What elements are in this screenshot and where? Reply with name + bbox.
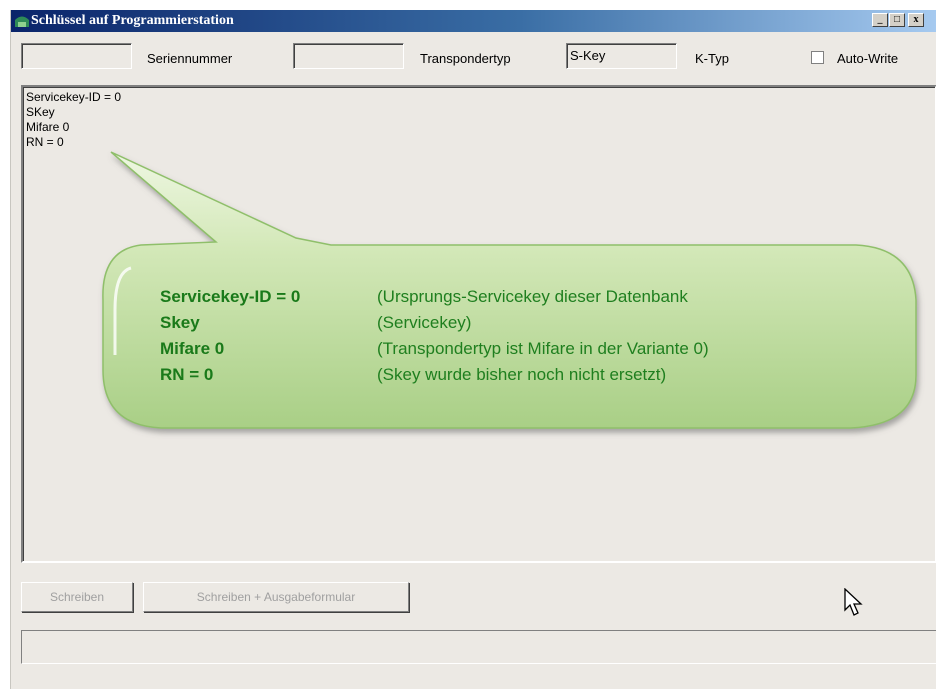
app-window: Schlüssel auf Programmierstation _ □ x S… bbox=[10, 10, 936, 689]
callout-desc: (Skey wurde bisher noch nicht ersetzt) bbox=[377, 365, 667, 384]
write-button[interactable]: Schreiben bbox=[21, 582, 133, 612]
callout-key: Mifare 0 bbox=[160, 339, 225, 358]
callout-desc: (Ursprungs-Servicekey dieser Datenbank bbox=[377, 287, 688, 306]
callout-key: Servicekey-ID = 0 bbox=[160, 287, 301, 306]
callout-key: RN = 0 bbox=[160, 365, 214, 384]
callout-desc: (Transpondertyp ist Mifare in der Varian… bbox=[377, 339, 709, 358]
callout-key: Skey bbox=[160, 313, 200, 332]
status-bar bbox=[21, 630, 936, 664]
mouse-cursor-icon bbox=[844, 588, 863, 616]
callout-desc: (Servicekey) bbox=[377, 313, 472, 332]
write-form-button[interactable]: Schreiben + Ausgabeformular bbox=[143, 582, 409, 612]
